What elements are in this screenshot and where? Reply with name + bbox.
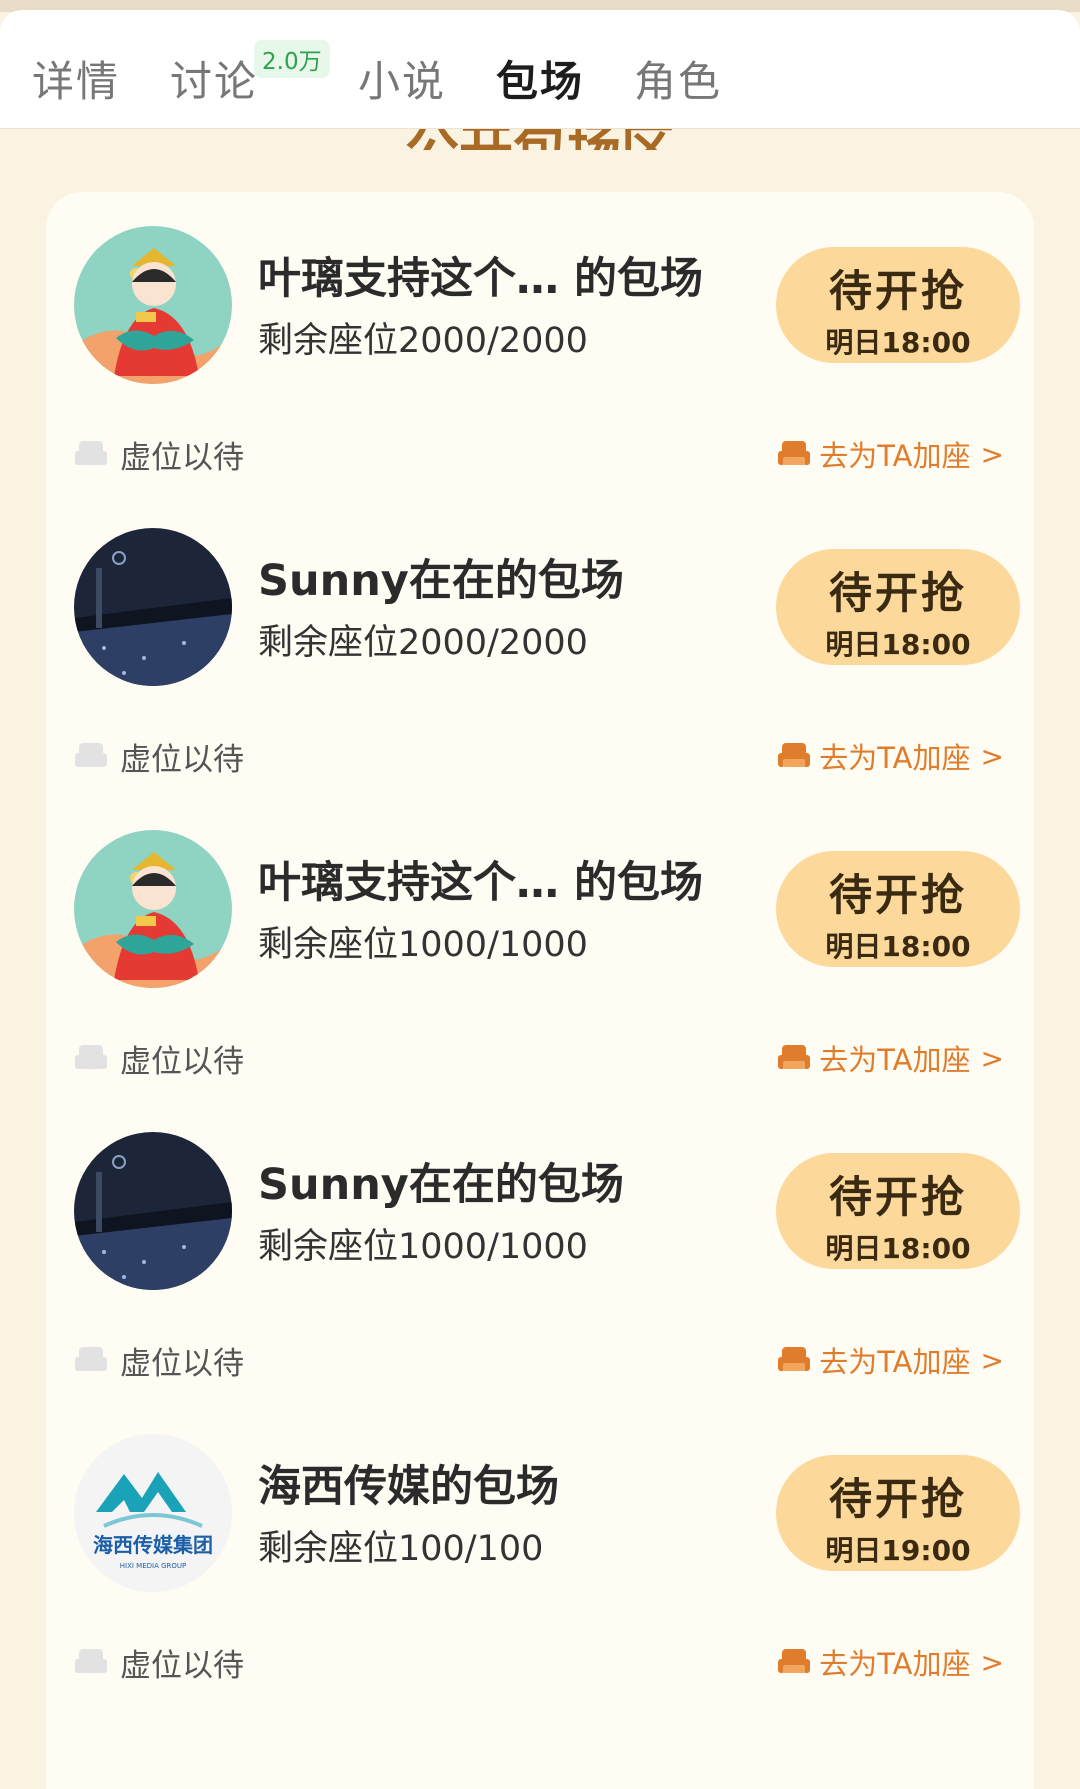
remaining-seats: 剩余座位1000/1000 xyxy=(258,925,588,965)
opera-character-avatar-icon xyxy=(74,226,232,384)
grab-button[interactable]: 待开抢 明日19:00 xyxy=(776,1455,1020,1571)
grab-time: 明日18:00 xyxy=(825,326,971,359)
grab-button[interactable]: 待开抢 明日18:00 xyxy=(776,247,1020,363)
seat-waiting-label: 虚位以待 xyxy=(120,1043,244,1080)
seat-waiting-label: 虚位以待 xyxy=(120,1345,244,1382)
grab-time: 明日18:00 xyxy=(825,930,971,963)
grab-label: 待开抢 xyxy=(829,569,967,619)
night-sea-avatar-icon xyxy=(74,528,232,686)
tab-characters[interactable]: 角色 xyxy=(634,48,722,109)
grab-label: 待开抢 xyxy=(829,1173,967,1223)
seat-waiting-label: 虚位以待 xyxy=(120,1647,244,1684)
svg-text:HIXI MEDIA GROUP: HIXI MEDIA GROUP xyxy=(120,1562,187,1570)
screening-title: 叶璃支持这个… 的包场 xyxy=(258,254,703,304)
avatar[interactable] xyxy=(74,830,232,988)
night-sea-avatar-icon xyxy=(74,1132,232,1290)
remaining-seats: 剩余座位2000/2000 xyxy=(258,623,588,663)
haixi-media-logo-icon: 海西传媒集团 HIXI MEDIA GROUP xyxy=(74,1434,232,1592)
grab-time: 明日19:00 xyxy=(825,1534,971,1567)
avatar[interactable] xyxy=(74,1132,232,1290)
list-item[interactable]: 海西传媒集团 HIXI MEDIA GROUP 海西传媒的包场 剩余座位100/… xyxy=(46,1400,1034,1702)
seat-waiting-label: 虚位以待 xyxy=(120,741,244,778)
grab-button[interactable]: 待开抢 明日18:00 xyxy=(776,1153,1020,1269)
seat-waiting: 虚位以待 xyxy=(74,1642,244,1684)
remaining-seats: 剩余座位100/100 xyxy=(258,1529,544,1569)
grab-button[interactable]: 待开抢 明日18:00 xyxy=(776,549,1020,665)
add-seat-link[interactable]: 去为TA加座 > xyxy=(777,1642,1004,1682)
empty-seat-icon xyxy=(75,1649,107,1673)
add-seat-label: 去为TA加座 xyxy=(819,1647,971,1681)
tab-novel[interactable]: 小说 xyxy=(358,48,446,109)
add-seat-label: 去为TA加座 xyxy=(819,741,971,775)
seat-waiting: 虚位以待 xyxy=(74,434,244,476)
seat-waiting-label: 虚位以待 xyxy=(120,439,244,476)
screening-title: 叶璃支持这个… 的包场 xyxy=(258,858,703,908)
avatar[interactable] xyxy=(74,528,232,686)
seat-icon xyxy=(778,1045,811,1069)
svg-text:海西传媒集团: 海西传媒集团 xyxy=(93,1533,213,1557)
chevron-right-icon: > xyxy=(980,1041,1004,1075)
avatar[interactable] xyxy=(74,226,232,384)
grab-label: 待开抢 xyxy=(829,1475,967,1525)
chevron-right-icon: > xyxy=(980,437,1004,471)
add-seat-link[interactable]: 去为TA加座 > xyxy=(777,434,1004,474)
seat-icon xyxy=(778,1649,811,1673)
chevron-right-icon: > xyxy=(980,1343,1004,1377)
seat-icon xyxy=(778,1347,811,1371)
tab-bar: 详情 讨论 2.0万 小说 包场 角色 xyxy=(0,10,1080,129)
screening-list-panel: 叶璃支持这个… 的包场 剩余座位2000/2000 待开抢 明日18:00 虚位… xyxy=(46,192,1034,1789)
list-item[interactable]: 叶璃支持这个… 的包场 剩余座位2000/2000 待开抢 明日18:00 虚位… xyxy=(46,192,1034,494)
remaining-seats: 剩余座位1000/1000 xyxy=(258,1227,588,1267)
grab-time: 明日18:00 xyxy=(825,1232,971,1265)
empty-seat-icon xyxy=(75,743,107,767)
list-item[interactable]: 叶璃支持这个… 的包场 剩余座位1000/1000 待开抢 明日18:00 虚位… xyxy=(46,796,1034,1098)
seat-icon xyxy=(778,743,811,767)
opera-character-avatar-icon xyxy=(74,830,232,988)
empty-seat-icon xyxy=(75,1347,107,1371)
tab-discussion[interactable]: 讨论 xyxy=(170,48,258,109)
seat-waiting: 虚位以待 xyxy=(74,1038,244,1080)
grab-time: 明日18:00 xyxy=(825,628,971,661)
seat-icon xyxy=(778,441,811,465)
seat-waiting: 虚位以待 xyxy=(74,1340,244,1382)
empty-seat-icon xyxy=(75,1045,107,1069)
screening-title: 海西传媒的包场 xyxy=(258,1462,559,1512)
screening-title: Sunny在在的包场 xyxy=(258,556,624,606)
add-seat-label: 去为TA加座 xyxy=(819,1043,971,1077)
add-seat-link[interactable]: 去为TA加座 > xyxy=(777,1340,1004,1380)
list-item[interactable]: Sunny在在的包场 剩余座位1000/1000 待开抢 明日18:00 虚位以… xyxy=(46,1098,1034,1400)
discussion-count-badge: 2.0万 xyxy=(254,40,330,78)
list-item[interactable]: Sunny在在的包场 剩余座位2000/2000 待开抢 明日18:00 虚位以… xyxy=(46,494,1034,796)
avatar[interactable]: 海西传媒集团 HIXI MEDIA GROUP xyxy=(74,1434,232,1592)
screening-title: Sunny在在的包场 xyxy=(258,1160,624,1210)
add-seat-link[interactable]: 去为TA加座 > xyxy=(777,1038,1004,1078)
add-seat-label: 去为TA加座 xyxy=(819,439,971,473)
tab-private-screening[interactable]: 包场 xyxy=(496,48,584,109)
empty-seat-icon xyxy=(75,441,107,465)
grab-label: 待开抢 xyxy=(829,871,967,921)
add-seat-link[interactable]: 去为TA加座 > xyxy=(777,736,1004,776)
chevron-right-icon: > xyxy=(980,1645,1004,1679)
seat-waiting: 虚位以待 xyxy=(74,736,244,778)
remaining-seats: 剩余座位2000/2000 xyxy=(258,321,588,361)
grab-label: 待开抢 xyxy=(829,267,967,317)
add-seat-label: 去为TA加座 xyxy=(819,1345,971,1379)
grab-button[interactable]: 待开抢 明日18:00 xyxy=(776,851,1020,967)
tab-details[interactable]: 详情 xyxy=(32,48,120,109)
chevron-right-icon: > xyxy=(980,739,1004,773)
